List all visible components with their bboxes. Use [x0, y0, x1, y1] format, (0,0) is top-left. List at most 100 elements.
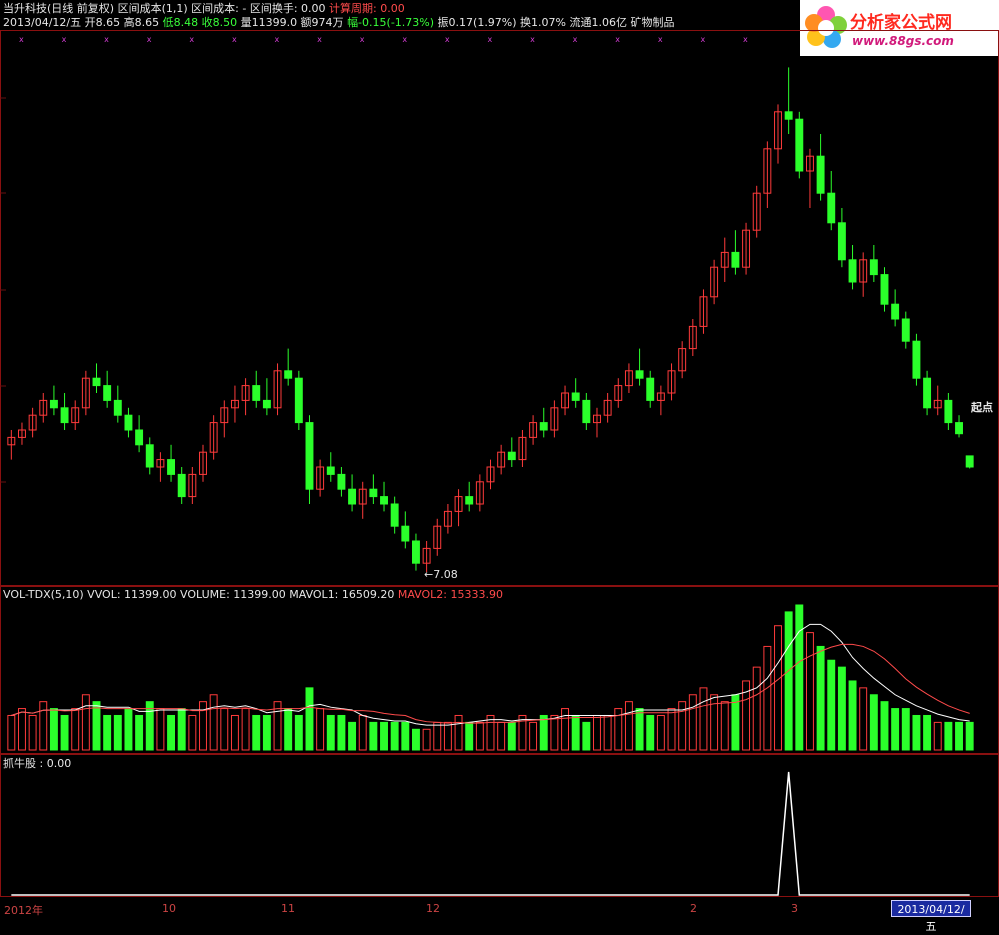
- candle-body: [401, 525, 410, 542]
- candle-body: [412, 540, 420, 564]
- volume-bar: [699, 687, 708, 751]
- volume-bar: [646, 714, 655, 751]
- volume-bar: [763, 645, 772, 751]
- volume-bar: [475, 721, 484, 751]
- marker-x: x: [232, 35, 237, 44]
- candle-body: [965, 455, 974, 468]
- volume-bar: [103, 714, 112, 751]
- volume-bar: [316, 708, 325, 751]
- candle-body: [294, 377, 303, 424]
- volume-bar: [167, 714, 176, 751]
- volume-bar: [401, 721, 410, 751]
- volume-bar: [869, 694, 878, 751]
- marker-x: x: [275, 35, 280, 44]
- volume-bar: [209, 694, 218, 751]
- volume-bar: [124, 708, 133, 751]
- candle-body: [848, 259, 857, 283]
- volume-bar: [593, 714, 601, 751]
- candle-body: [135, 429, 144, 446]
- candle-body: [571, 392, 580, 401]
- candle-body: [784, 111, 793, 120]
- volume-bar: [784, 611, 793, 751]
- candle-body: [539, 422, 548, 431]
- candle-body: [880, 274, 889, 305]
- candle-body: [912, 340, 921, 379]
- volume-title-text: VOL-TDX(5,10) VVOL: 11399.00 VOLUME: 113…: [3, 588, 398, 601]
- candle-body: [795, 118, 804, 172]
- candle-body: [901, 318, 910, 342]
- candle-body: [369, 488, 378, 498]
- volume-bar: [550, 714, 559, 751]
- marker-x: x: [530, 35, 535, 44]
- volume-bar: [539, 714, 548, 751]
- signal-line: [11, 771, 970, 896]
- candle-body: [507, 451, 516, 461]
- volume-bar: [752, 666, 761, 751]
- volume-bar: [656, 714, 665, 751]
- candle-body: [103, 385, 112, 401]
- volume-bar: [486, 714, 495, 751]
- volume-bar: [731, 694, 740, 751]
- marker-x: x: [62, 35, 67, 44]
- volume-bar: [113, 714, 122, 751]
- volume-bar: [933, 721, 942, 751]
- candle-body: [827, 192, 836, 224]
- mavol2-line: [11, 643, 970, 724]
- volume-bar: [422, 728, 431, 751]
- volume-bar: [827, 659, 836, 751]
- marker-x: x: [573, 35, 578, 44]
- candle-body: [113, 399, 122, 416]
- volume-bar: [49, 708, 58, 751]
- axis-label-10: 10: [162, 902, 176, 915]
- candle-body: [955, 422, 963, 435]
- volume-bar: [18, 708, 26, 751]
- volume-bar: [39, 701, 48, 751]
- volume-bar: [529, 721, 538, 751]
- volume-bar: [497, 721, 506, 751]
- candle-body: [816, 155, 825, 194]
- marker-x: x: [104, 35, 109, 44]
- signal-label: 起点: [971, 401, 993, 414]
- volume-bar: [60, 714, 69, 751]
- volume-bar: [816, 645, 825, 751]
- axis-label-3: 3: [791, 902, 798, 915]
- candle-body: [49, 399, 58, 409]
- marker-x: x: [189, 35, 194, 44]
- candle-body: [92, 377, 101, 387]
- candle-body: [124, 414, 133, 431]
- candle-body: [167, 459, 176, 475]
- candle-body: [60, 407, 69, 424]
- volume-bar: [710, 694, 719, 751]
- volume-bar: [230, 714, 239, 751]
- volume-bar: [337, 714, 346, 751]
- volume-bar: [774, 625, 782, 751]
- volume-bar: [805, 632, 814, 751]
- volume-bar: [7, 714, 16, 751]
- candle-body: [348, 488, 357, 505]
- volume-bar: [348, 721, 357, 751]
- volume-bar: [443, 721, 452, 751]
- candle-body: [177, 473, 186, 498]
- marker-x: x: [743, 35, 748, 44]
- candle-body: [582, 399, 591, 424]
- candle-body: [731, 251, 740, 268]
- candle-body: [390, 503, 399, 527]
- candle-body: [944, 399, 953, 424]
- volume-bar: [848, 680, 857, 751]
- volume-bar: [561, 708, 569, 751]
- volume-bar: [284, 708, 293, 751]
- volume-bar: [880, 701, 889, 751]
- volume-bar: [71, 708, 80, 751]
- volume-bar: [923, 714, 932, 751]
- marker-x: x: [147, 35, 152, 44]
- volume-bar: [603, 714, 612, 751]
- marker-x: x: [360, 35, 365, 44]
- volume-bar: [241, 708, 250, 751]
- volume-bar: [390, 721, 399, 751]
- axis-label-2: 2: [690, 902, 697, 915]
- mavol2-text: MAVOL2: 15333.90: [397, 588, 503, 601]
- volume-bar: [582, 721, 591, 751]
- volume-bar: [507, 721, 516, 751]
- volume-bar: [944, 721, 953, 751]
- candle-body: [465, 496, 474, 505]
